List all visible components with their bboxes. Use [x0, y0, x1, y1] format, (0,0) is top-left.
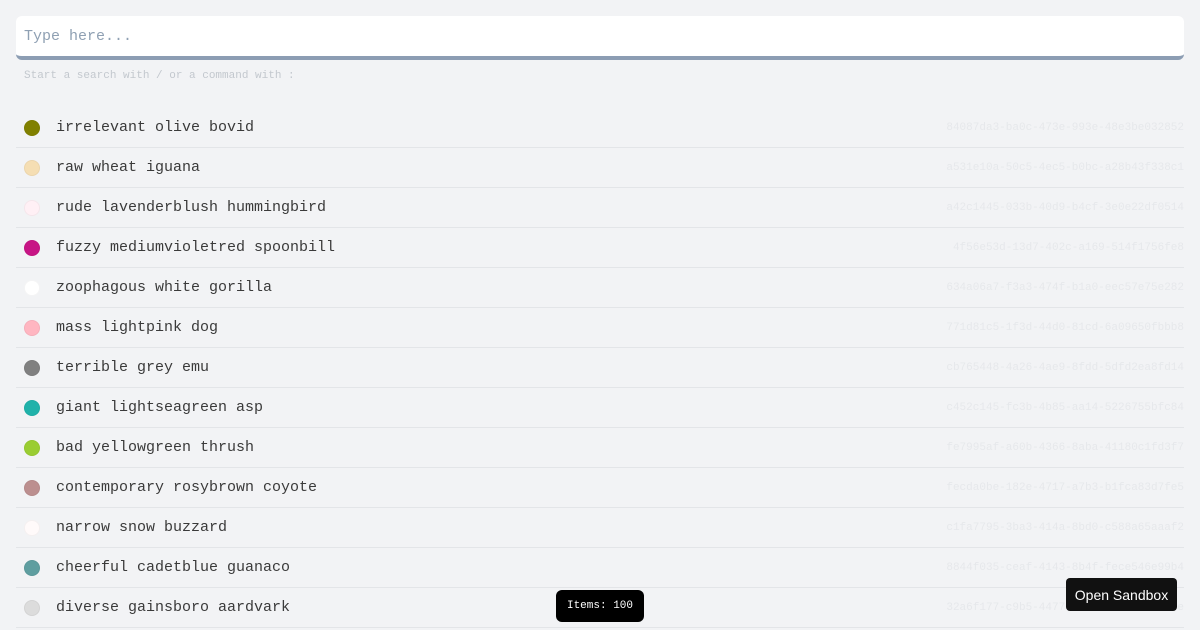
list-item[interactable]: narrow snow buzzard c1fa7795-3ba3-414a-8…	[16, 508, 1184, 548]
search-box[interactable]	[16, 16, 1184, 60]
color-swatch	[24, 119, 40, 136]
list-item[interactable]: cheerful cadetblue guanaco 8844f035-ceaf…	[16, 548, 1184, 588]
item-name: zoophagous white gorilla	[56, 279, 273, 296]
color-swatch	[24, 279, 40, 296]
item-uuid: 8844f035-ceaf-4143-8b4f-fece546e99b4	[946, 561, 1184, 574]
color-swatch	[24, 479, 40, 496]
list-item[interactable]: rude lavenderblush hummingbird a42c1445-…	[16, 188, 1184, 228]
item-uuid: 4f56e53d-13d7-402c-a169-514f1756fe8	[952, 241, 1184, 254]
item-name: raw wheat iguana	[56, 159, 201, 176]
item-name: bad yellowgreen thrush	[56, 439, 255, 456]
list-item[interactable]: contemporary rosybrown coyote fecda0be-1…	[16, 468, 1184, 508]
color-swatch	[24, 319, 40, 336]
list-item[interactable]: zoophagous white gorilla 634a06a7-f3a3-4…	[16, 268, 1184, 308]
color-swatch	[24, 519, 40, 536]
item-uuid: cb765448-4a26-4ae9-8fdd-5dfd2ea8fd14	[946, 361, 1184, 374]
list-item[interactable]: bad yellowgreen thrush fe7995af-a60b-436…	[16, 428, 1184, 468]
search-hint: Start a search with / or a command with …	[24, 70, 295, 82]
color-swatch	[24, 439, 40, 456]
color-swatch	[24, 359, 40, 376]
item-uuid: fecda0be-182e-4717-a7b3-b1fca83d7fe5	[946, 481, 1184, 494]
item-name: rude lavenderblush hummingbird	[56, 199, 327, 216]
item-name: terrible grey emu	[56, 359, 210, 376]
item-uuid: fe7995af-a60b-4366-8aba-41180c1fd3f7	[946, 441, 1184, 454]
list-item[interactable]: terrible grey emu cb765448-4a26-4ae9-8fd…	[16, 348, 1184, 388]
open-sandbox-button[interactable]: Open Sandbox	[1066, 578, 1177, 611]
list-item[interactable]: raw wheat iguana a531e10a-50c5-4ec5-b0bc…	[16, 148, 1184, 188]
item-uuid: c1fa7795-3ba3-414a-8bd0-c588a65aaaf2	[946, 521, 1184, 534]
color-swatch	[24, 239, 40, 256]
list-item[interactable]: giant lightseagreen asp c452c145-fc3b-4b…	[16, 388, 1184, 428]
results-list: irrelevant olive bovid 84087da3-ba0c-473…	[16, 108, 1184, 628]
item-name: cheerful cadetblue guanaco	[56, 559, 291, 576]
color-swatch	[24, 559, 40, 576]
color-swatch	[24, 159, 40, 176]
color-swatch	[24, 399, 40, 416]
item-name: giant lightseagreen asp	[56, 399, 264, 416]
item-uuid: 84087da3-ba0c-473e-993e-48e3be032852	[946, 121, 1184, 134]
item-name: diverse gainsboro aardvark	[56, 599, 291, 616]
item-name: mass lightpink dog	[56, 319, 219, 336]
item-name: contemporary rosybrown coyote	[56, 479, 318, 496]
item-name: irrelevant olive bovid	[56, 119, 255, 136]
items-count-badge: Items: 100	[556, 590, 644, 622]
list-item[interactable]: mass lightpink dog 771d81c5-1f3d-44d0-81…	[16, 308, 1184, 348]
list-item[interactable]: irrelevant olive bovid 84087da3-ba0c-473…	[16, 108, 1184, 148]
color-swatch	[24, 199, 40, 216]
item-name: narrow snow buzzard	[56, 519, 228, 536]
color-swatch	[24, 599, 40, 616]
item-uuid: c452c145-fc3b-4b85-aa14-5226755bfc84	[946, 401, 1184, 414]
item-uuid: a531e10a-50c5-4ec5-b0bc-a28b43f338c1	[946, 161, 1184, 174]
list-item[interactable]: fuzzy mediumvioletred spoonbill 4f56e53d…	[16, 228, 1184, 268]
search-input[interactable]	[16, 16, 1184, 56]
item-uuid: 771d81c5-1f3d-44d0-81cd-6a09650fbbb8	[946, 321, 1184, 334]
item-uuid: a42c1445-033b-40d9-b4cf-3e0e22df0514	[946, 201, 1184, 214]
item-uuid: 634a06a7-f3a3-474f-b1a0-eec57e75e282	[946, 281, 1184, 294]
item-name: fuzzy mediumvioletred spoonbill	[56, 239, 336, 256]
